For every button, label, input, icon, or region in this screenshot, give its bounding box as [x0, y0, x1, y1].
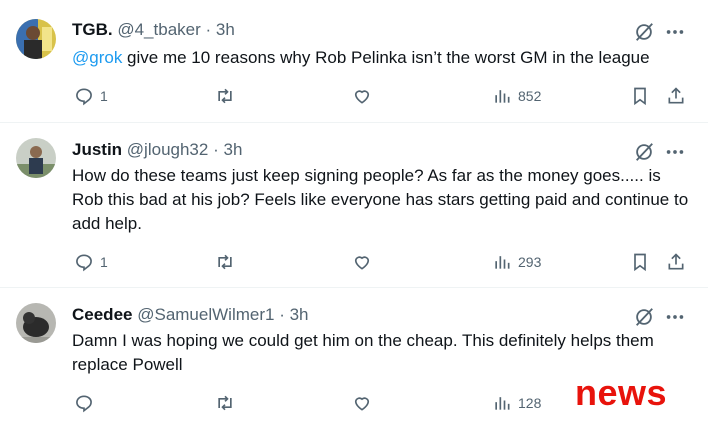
reply-count: 1	[100, 88, 108, 104]
like-button[interactable]	[352, 85, 372, 107]
share-button[interactable]	[666, 251, 686, 273]
heart-icon	[354, 256, 370, 270]
views-button[interactable]: 128	[492, 392, 541, 414]
reply-icon	[76, 254, 92, 272]
retweet-button[interactable]	[215, 85, 235, 107]
bar-chart-icon	[495, 256, 510, 269]
retweet-icon	[218, 395, 232, 411]
user-handle[interactable]: @4_tbaker	[117, 20, 200, 39]
bookmark-icon	[634, 253, 646, 272]
more-icon[interactable]	[664, 141, 686, 163]
heart-icon	[354, 90, 370, 104]
tweet[interactable]: Justin @jlough32 · 3h How do these teams…	[0, 124, 708, 288]
display-name[interactable]: Ceedee	[72, 305, 132, 324]
bookmark-button[interactable]	[630, 251, 650, 273]
like-button[interactable]	[352, 251, 372, 273]
tweet-text: Damn I was hoping we could get him on th…	[72, 331, 654, 374]
user-handle[interactable]: @jlough32	[127, 140, 209, 159]
tweet-body: give me 10 reasons why Rob Pelinka isn’t…	[122, 48, 650, 67]
share-button[interactable]	[666, 85, 686, 107]
tweet-text: @grok give me 10 reasons why Rob Pelinka…	[72, 46, 692, 70]
heart-icon	[354, 397, 370, 411]
timestamp[interactable]: 3h	[223, 140, 242, 159]
grok-icon[interactable]	[633, 21, 655, 43]
timestamp[interactable]: 3h	[216, 20, 235, 39]
mention-link[interactable]: @grok	[72, 48, 122, 67]
view-count: 128	[518, 395, 542, 411]
display-name[interactable]: TGB.	[72, 20, 113, 39]
timestamp[interactable]: 3h	[290, 305, 309, 324]
divider	[0, 122, 708, 123]
bookmark-icon	[634, 87, 646, 106]
reply-icon	[76, 88, 92, 106]
share-icon	[668, 87, 684, 104]
separator: ·	[205, 20, 212, 39]
separator: ·	[279, 305, 285, 324]
avatar[interactable]	[16, 19, 56, 59]
reply-button[interactable]	[74, 392, 94, 414]
reply-count: 1	[100, 254, 108, 270]
view-count: 852	[518, 88, 542, 104]
bar-chart-icon	[495, 397, 510, 410]
separator: ·	[213, 140, 219, 159]
retweet-button[interactable]	[215, 251, 235, 273]
user-handle[interactable]: @SamuelWilmer1	[137, 305, 274, 324]
bookmark-button[interactable]	[630, 85, 650, 107]
tweet-header: Ceedee @SamuelWilmer1 · 3h	[72, 305, 309, 325]
tweet-header: TGB. @4_tbaker · 3h	[72, 20, 235, 40]
grok-icon[interactable]	[633, 306, 655, 328]
more-icon[interactable]	[664, 306, 686, 328]
news-watermark: news	[575, 372, 668, 413]
tweet-header: Justin @jlough32 · 3h	[72, 140, 242, 160]
views-button[interactable]: 293	[492, 251, 541, 273]
views-button[interactable]: 852	[492, 85, 541, 107]
retweet-icon	[218, 254, 232, 270]
avatar[interactable]	[16, 138, 56, 178]
like-button[interactable]	[352, 392, 372, 414]
view-count: 293	[518, 254, 542, 270]
share-icon	[668, 253, 684, 270]
display-name[interactable]: Justin	[72, 140, 122, 159]
grok-icon[interactable]	[633, 141, 655, 163]
bar-chart-icon	[495, 90, 510, 103]
tweet-text: How do these teams just keep signing peo…	[72, 166, 689, 233]
more-icon[interactable]	[664, 21, 686, 43]
avatar[interactable]	[16, 303, 56, 343]
reply-button[interactable]: 1	[74, 85, 108, 107]
reply-icon	[76, 395, 92, 413]
reply-button[interactable]: 1	[74, 251, 108, 273]
divider	[0, 287, 708, 288]
retweet-icon	[218, 88, 232, 104]
tweet[interactable]: TGB. @4_tbaker · 3h @grok give me 10 rea…	[0, 0, 708, 124]
retweet-button[interactable]	[215, 392, 235, 414]
